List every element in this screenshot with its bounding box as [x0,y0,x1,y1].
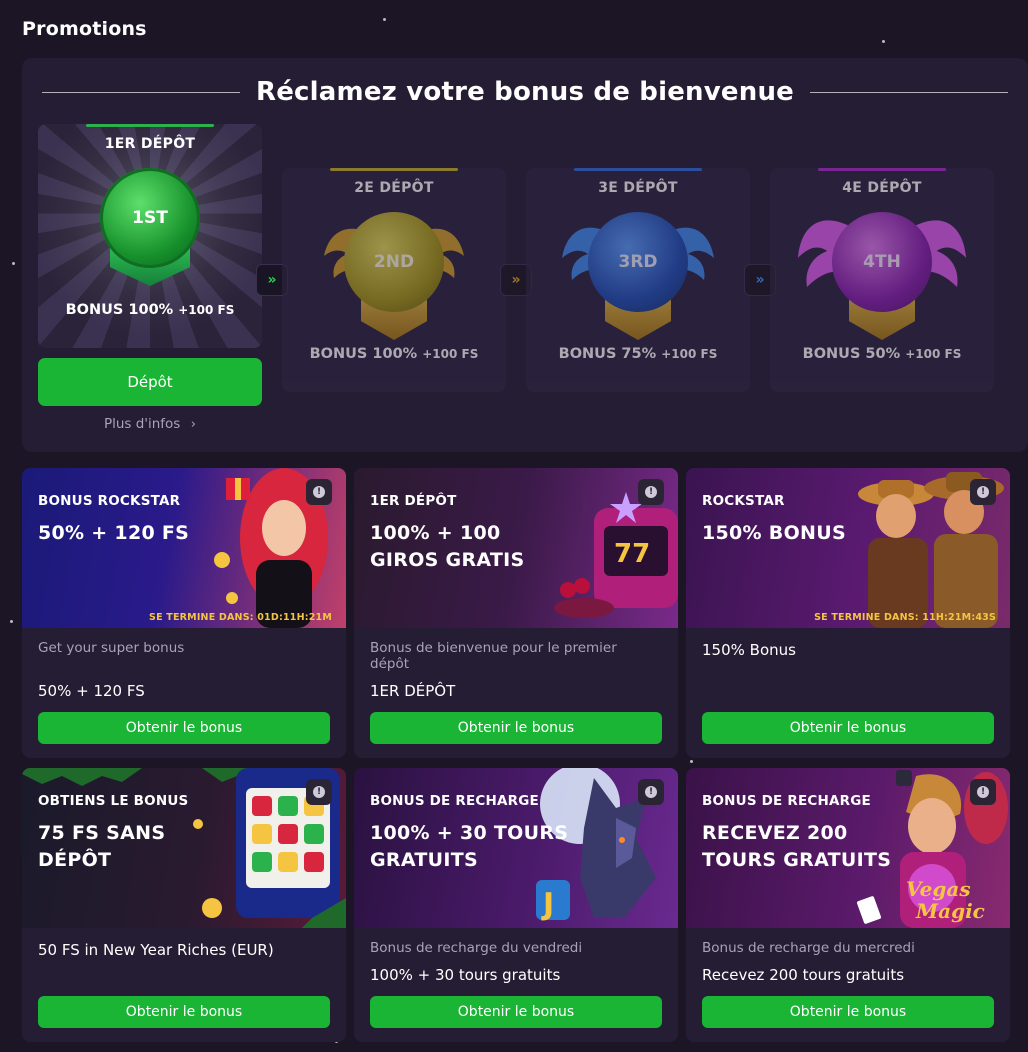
deposit-bonus: BONUS 100% +100 FS [282,346,506,362]
promo-value: 50% + 120 FS [38,682,145,700]
vegas-magic-logo: Vegas [906,877,971,901]
promo-kicker: BONUS DE RECHARGE [370,793,539,809]
get-bonus-button[interactable]: Obtenir le bonus [702,712,994,744]
chevron-right-icon: › [190,416,197,432]
divider-left [42,91,240,93]
deposit-card-2[interactable]: 2E DÉPÔT 2ND BONUS 100% +100 FS [282,168,506,392]
deposit-card-topbar [818,168,946,171]
promo-headline: 100% + 30 TOURS GRATUITS [370,822,569,871]
promo-card-friday-reload: J BONUS DE RECHARGE 100% + 30 TOURS GRAT… [354,768,678,1042]
promo-kicker: OBTIENS LE BONUS [38,793,189,809]
bonus-extra: +100 FS [422,347,479,361]
bonus-extra: +100 FS [178,303,235,317]
deposit-label: 1ER DÉPÔT [104,136,196,152]
promo-banner: 77 1ER DÉPÔT 100% + 100 GIROS GRATIS ! [354,468,678,628]
page-title: Promotions [22,18,147,40]
info-button[interactable]: ! [970,479,996,505]
info-button[interactable]: ! [306,479,332,505]
promo-timer: SE TERMINE DANS: 11H:21M:43S [814,612,996,623]
deposit-label: 4E DÉPÔT [842,180,922,196]
promo-banner: BONUS ROCKSTAR 50% + 120 FS ! SE TERMINE… [22,468,346,628]
promo-card-rockstar: ROCKSTAR 150% BONUS ! SE TERMINE DANS: 1… [686,468,1010,758]
get-bonus-button[interactable]: Obtenir le bonus [702,996,994,1028]
deposit-card-topbar [330,168,458,171]
promo-description: 150% Bonus [702,641,796,659]
promo-description: Get your super bonus [38,640,185,656]
deposit-card-topbar [86,124,214,127]
welcome-bonus-panel: Réclamez votre bonus de bienvenue 1ER DÉ… [22,58,1028,452]
medal-4th: 4TH [832,212,932,312]
promo-kicker: BONUS ROCKSTAR [38,493,181,509]
bonus-extra: +100 FS [905,347,962,361]
deposit-label: 2E DÉPÔT [354,180,434,196]
promo-headline: 100% + 100 GIROS GRATIS [370,522,525,571]
bonus-main: BONUS 100% [65,302,174,318]
medal-1st: 1ST [100,168,200,268]
more-info-link[interactable]: Plus d'infos › [38,416,262,432]
promo-banner: ROCKSTAR 150% BONUS ! SE TERMINE DANS: 1… [686,468,1010,628]
more-info-label: Plus d'infos [103,416,181,432]
bonus-main: BONUS 75% [558,346,657,362]
svg-text:J: J [541,887,554,922]
bonus-extra: +100 FS [661,347,718,361]
deposit-card-1[interactable]: 1ER DÉPÔT 1ST BONUS 100% +100 FS [38,124,262,348]
medal-2nd: 2ND [344,212,444,312]
info-button[interactable]: ! [306,779,332,805]
deposit-button[interactable]: Dépôt [38,358,262,406]
promo-value: 1ER DÉPÔT [370,682,456,700]
deposit-card-3[interactable]: 3E DÉPÔT 3RD BONUS 75% +100 FS [526,168,750,392]
info-icon: ! [645,786,657,798]
promo-description: Bonus de bienvenue pour le premier dépôt [370,640,617,672]
bonus-main: BONUS 50% [802,346,901,362]
get-bonus-button[interactable]: Obtenir le bonus [38,996,330,1028]
promo-headline: 150% BONUS [702,522,846,544]
info-icon: ! [977,786,989,798]
get-bonus-button[interactable]: Obtenir le bonus [370,712,662,744]
deposit-card-topbar [574,168,702,171]
deposit-bonus: BONUS 100% +100 FS [38,302,262,318]
promo-value: 100% + 30 tours gratuits [370,966,561,984]
info-button[interactable]: ! [970,779,996,805]
get-bonus-button[interactable]: Obtenir le bonus [370,996,662,1028]
promo-banner: OBTIENS LE BONUS 75 FS SANS DÉPÔT ! [22,768,346,928]
promo-kicker: ROCKSTAR [702,493,785,509]
deposit-card-4[interactable]: 4E DÉPÔT 4TH BONUS 50% +100 FS [770,168,994,392]
info-icon: ! [977,486,989,498]
promo-headline: RECEVEZ 200 TOURS GRATUITS [702,822,892,871]
bonus-main: BONUS 100% [309,346,418,362]
medal-3rd: 3RD [588,212,688,312]
promo-kicker: 1ER DÉPÔT [370,493,457,509]
welcome-title-row: Réclamez votre bonus de bienvenue [42,76,1009,108]
promo-banner: Vegas Magic BONUS DE RECHARGE RECEVEZ 20… [686,768,1010,928]
promo-headline: 75 FS SANS DÉPÔT [38,822,166,871]
svg-text:77: 77 [614,539,650,569]
promo-card-bonus-rockstar: BONUS ROCKSTAR 50% + 120 FS ! SE TERMINE… [22,468,346,758]
promo-value: Recevez 200 tours gratuits [702,966,905,984]
promo-description: Bonus de recharge du mercredi [702,940,915,956]
deposit-bonus: BONUS 75% +100 FS [526,346,750,362]
promo-kicker: BONUS DE RECHARGE [702,793,871,809]
promo-card-no-deposit: OBTIENS LE BONUS 75 FS SANS DÉPÔT ! 50 F… [22,768,346,1042]
svg-text:Magic: Magic [915,899,985,923]
get-bonus-button[interactable]: Obtenir le bonus [38,712,330,744]
welcome-title: Réclamez votre bonus de bienvenue [256,77,795,107]
promo-description: 50 FS in New Year Riches (EUR) [38,941,274,959]
promo-banner: J BONUS DE RECHARGE 100% + 30 TOURS GRAT… [354,768,678,928]
promo-card-first-deposit: 77 1ER DÉPÔT 100% + 100 GIROS GRATIS ! B… [354,468,678,758]
promo-description: Bonus de recharge du vendredi [370,940,583,956]
info-button[interactable]: ! [638,779,664,805]
promo-timer: SE TERMINE DANS: 01D:11H:21M [149,612,332,623]
info-icon: ! [313,786,325,798]
info-button[interactable]: ! [638,479,664,505]
info-icon: ! [645,486,657,498]
deposit-bonus: BONUS 50% +100 FS [770,346,994,362]
deposit-label: 3E DÉPÔT [598,180,678,196]
promo-headline: 50% + 120 FS [38,522,190,544]
promo-card-wednesday-reload: Vegas Magic BONUS DE RECHARGE RECEVEZ 20… [686,768,1010,1042]
divider-right [810,91,1009,93]
info-icon: ! [313,486,325,498]
